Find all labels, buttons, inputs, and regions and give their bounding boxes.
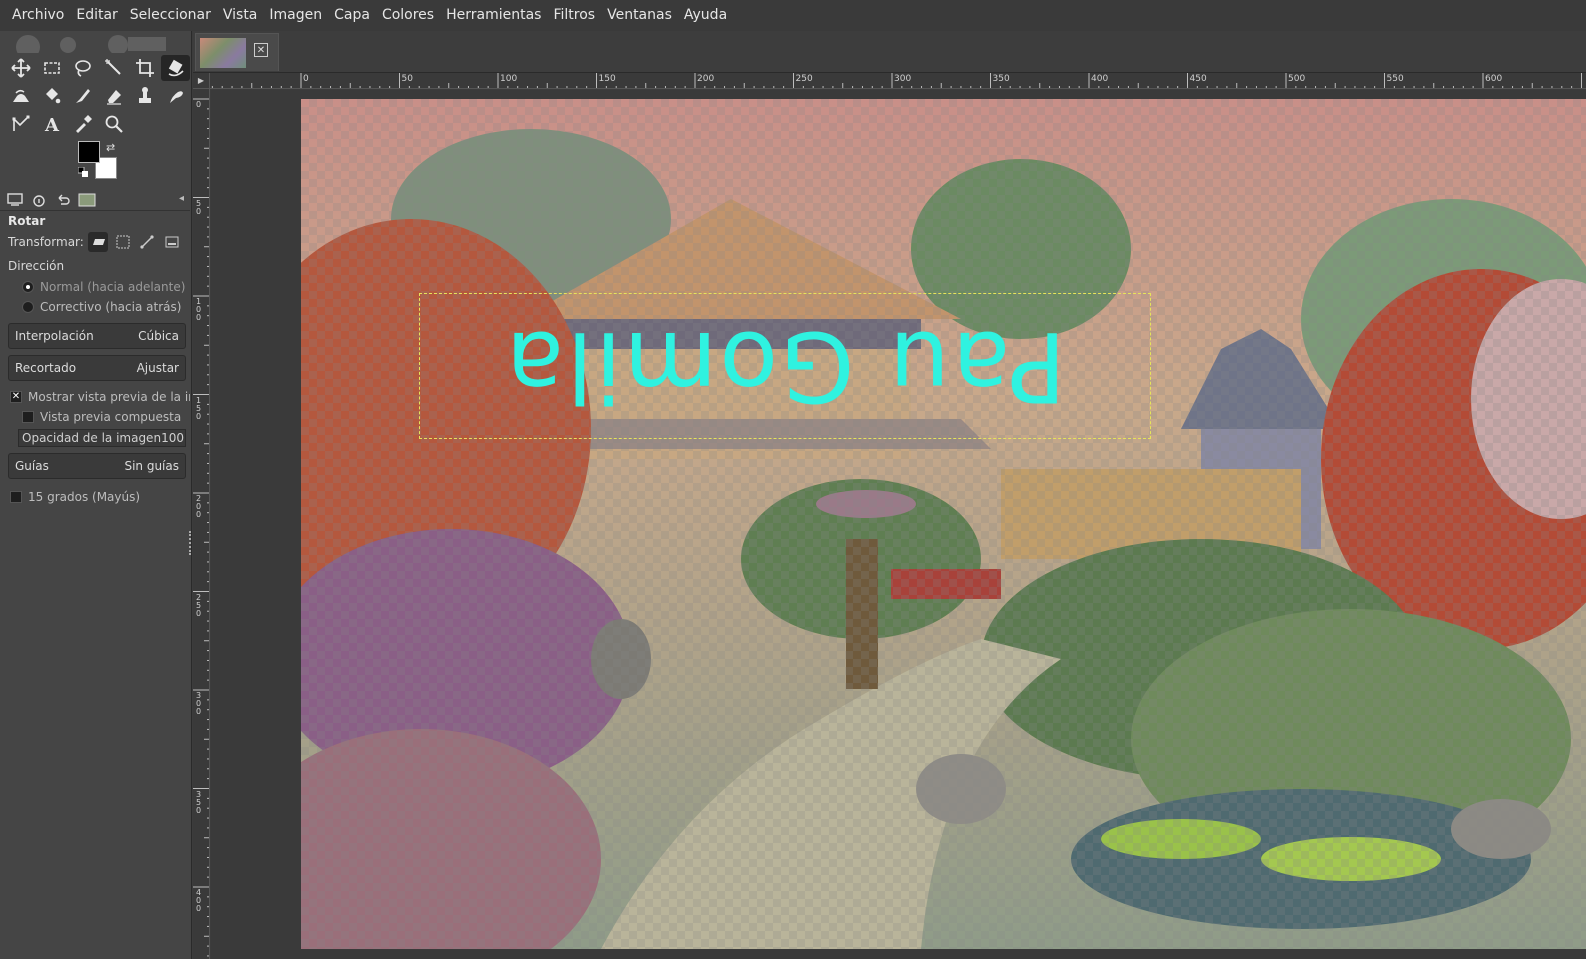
eraser-tool-icon[interactable] — [99, 83, 128, 109]
guides-label: Guías — [15, 459, 49, 473]
swap-colors-icon[interactable]: ⇄ — [106, 141, 115, 154]
ruler-ticks — [211, 73, 1582, 88]
menu-vista[interactable]: Vista — [217, 0, 264, 31]
crop-tool-icon[interactable] — [130, 55, 159, 81]
wilber-logo — [16, 35, 166, 53]
show-preview-label: Mostrar vista previa de la ima — [28, 390, 190, 404]
paintbrush-tool-icon[interactable] — [68, 83, 97, 109]
path-tool-icon[interactable] — [6, 111, 35, 137]
device-status-tab-icon[interactable] — [30, 192, 48, 208]
interpolation-label: Interpolación — [15, 329, 94, 343]
close-icon[interactable]: ✕ — [254, 43, 268, 57]
zoom-tool-icon[interactable] — [99, 111, 128, 137]
menu-colores[interactable]: Colores — [376, 0, 440, 31]
constrain-checkbox[interactable] — [10, 491, 22, 503]
clipping-value: Ajustar — [136, 361, 179, 375]
transform-path-button[interactable] — [137, 232, 158, 252]
direction-normal-label: Normal (hacia adelante) — [40, 280, 186, 294]
selection-icon — [116, 235, 130, 249]
undo-history-tab-icon[interactable] — [54, 192, 72, 208]
guides-combo[interactable]: Guías Sin guías — [8, 453, 186, 479]
fuzzy-select-tool-icon[interactable] — [99, 55, 128, 81]
ruler-ticks — [193, 98, 209, 957]
dock-menu-icon[interactable]: ◂ — [179, 193, 184, 204]
layer-icon — [93, 239, 106, 245]
transform-row: Transformar: — [0, 231, 190, 253]
constrain-option[interactable]: 15 grados (Mayús) — [0, 487, 190, 507]
text-layer-content: Pau Gomila — [503, 310, 1067, 422]
foreground-color-swatch[interactable] — [78, 141, 100, 163]
clipping-combo[interactable]: Recortado Ajustar — [8, 355, 186, 381]
bucket-fill-tool-icon[interactable] — [37, 83, 66, 109]
transform-image-button[interactable] — [161, 232, 182, 252]
path-icon — [140, 235, 154, 249]
interpolation-combo[interactable]: Interpolación Cúbica — [8, 323, 186, 349]
tool-grid: A — [6, 55, 192, 139]
image-tab[interactable]: ✕ — [195, 33, 279, 71]
direction-corrective-option[interactable]: Correctivo (hacia atrás) — [0, 297, 190, 317]
menu-editar[interactable]: Editar — [70, 0, 123, 31]
toolbox: A ⇄ ◂ Rotar Transformar: Dirección Norma… — [0, 31, 192, 959]
guides-value: Sin guías — [124, 459, 179, 473]
rect-select-tool-icon[interactable] — [37, 55, 66, 81]
transparency-checkerboard — [301, 99, 1586, 949]
image-tab-strip: ✕ — [193, 31, 1586, 73]
clone-tool-icon[interactable] — [130, 83, 159, 109]
menu-capa[interactable]: Capa — [328, 0, 376, 31]
image-opacity-spinner[interactable]: Opacidad de la imagen 100, — [18, 429, 186, 447]
composited-preview-checkbox[interactable] — [22, 411, 34, 423]
menu-bar: Archivo Editar Seleccionar Vista Imagen Capa C… — [0, 0, 1586, 31]
radio-corrective[interactable] — [22, 301, 34, 313]
rotated-text-layer[interactable]: Pau Gomila — [420, 294, 1150, 438]
dock-resize-handle[interactable] — [189, 531, 192, 555]
menu-herramientas[interactable]: Herramientas — [440, 0, 547, 31]
rotate-tool-icon[interactable] — [161, 55, 190, 81]
smudge-tool-icon[interactable] — [161, 83, 190, 109]
tool-options-tab-icon[interactable] — [6, 192, 24, 208]
direction-normal-option[interactable]: Normal (hacia adelante) — [0, 277, 190, 297]
fg-bg-colors[interactable]: ⇄ — [78, 141, 122, 185]
lasso-tool-icon[interactable] — [68, 55, 97, 81]
show-preview-option[interactable]: ✕ Mostrar vista previa de la ima — [0, 387, 190, 407]
menu-filtros[interactable]: Filtros — [547, 0, 601, 31]
image-opacity-label: Opacidad de la imagen — [22, 431, 162, 445]
clipping-label: Recortado — [15, 361, 77, 375]
canvas-area[interactable]: Pau Gomila — [211, 90, 1586, 959]
move-tool-icon[interactable] — [6, 55, 35, 81]
composited-preview-option[interactable]: Vista previa compuesta — [0, 407, 190, 427]
quick-mask-toggle[interactable]: ▶ — [193, 73, 210, 89]
image-icon — [165, 236, 179, 248]
menu-archivo[interactable]: Archivo — [6, 0, 70, 31]
images-tab-icon[interactable] — [78, 192, 96, 208]
transform-layer-button[interactable] — [87, 232, 109, 252]
tool-options-title: Rotar — [8, 214, 46, 228]
text-tool-icon[interactable]: A — [37, 111, 66, 137]
transform-selection-button[interactable] — [112, 232, 133, 252]
direction-corrective-label: Correctivo (hacia atrás) — [40, 300, 182, 314]
interpolation-value: Cúbica — [138, 329, 179, 343]
svg-text:A: A — [44, 115, 60, 134]
image-canvas[interactable]: Pau Gomila — [301, 99, 1586, 949]
warp-tool-icon[interactable] — [6, 83, 35, 109]
dock-tabs: ◂ — [0, 189, 190, 211]
image-thumbnail — [200, 38, 246, 68]
direction-label: Dirección — [8, 259, 65, 273]
text-layer-selection[interactable]: Pau Gomila — [419, 293, 1151, 439]
constrain-label: 15 grados (Mayús) — [28, 490, 141, 504]
image-opacity-value: 100, — [161, 431, 186, 445]
menu-imagen[interactable]: Imagen — [263, 0, 328, 31]
menu-ayuda[interactable]: Ayuda — [678, 0, 733, 31]
composited-preview-label: Vista previa compuesta — [40, 410, 182, 424]
menu-ventanas[interactable]: Ventanas — [601, 0, 678, 31]
transform-label: Transformar: — [8, 235, 84, 249]
vertical-ruler[interactable]: 0 50 100 150 200 250 300 350 400 — [193, 89, 210, 959]
horizontal-ruler[interactable]: 0 50 100 150 200 250 300 350 400 450 500 550 600 — [210, 73, 1586, 89]
reset-colors-icon[interactable] — [78, 167, 88, 177]
menu-seleccionar[interactable]: Seleccionar — [124, 0, 217, 31]
show-preview-checkbox[interactable]: ✕ — [10, 391, 22, 403]
color-picker-tool-icon[interactable] — [68, 111, 97, 137]
radio-normal[interactable] — [22, 281, 34, 293]
tool-options-panel: Rotar Transformar: Dirección Normal (hac… — [0, 211, 190, 507]
